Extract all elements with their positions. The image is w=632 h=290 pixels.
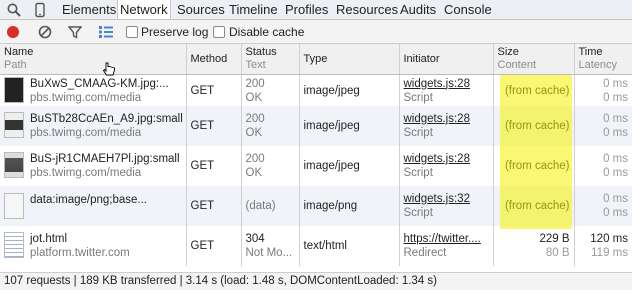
tab-console[interactable]: Console — [444, 0, 492, 19]
preserve-log-label: Preserve log — [141, 25, 209, 39]
column-header-method[interactable]: Method — [186, 44, 242, 75]
image-thumbnail-icon — [4, 112, 24, 138]
initiator-link[interactable]: widgets.js:28 — [404, 152, 489, 166]
tab-audits[interactable]: Audits — [400, 0, 436, 19]
filter-icon[interactable] — [68, 25, 82, 39]
tab-sources[interactable]: Sources — [177, 0, 225, 19]
table-row[interactable]: jot.html platform.twitter.com GET 304 Not … — [0, 226, 632, 266]
column-header-name[interactable]: Name Path — [0, 44, 187, 75]
column-header-size[interactable]: Size Content — [493, 44, 575, 75]
large-rows-icon[interactable] — [99, 26, 113, 38]
image-thumbnail-icon — [4, 76, 24, 103]
disable-cache-label: Disable cache — [229, 25, 305, 39]
table-row[interactable]: BuS-jR1CMAEH7Pl.jpg:small pbs.twimg.com/m… — [0, 146, 632, 186]
network-requests-table: Name Path Method Status Text Type Initiato… — [0, 44, 632, 266]
tab-profiles[interactable]: Profiles — [285, 0, 328, 19]
table-row[interactable]: data:image/png;base... GET (data) image/… — [0, 186, 632, 226]
table-row[interactable]: BuSTb28CcAEn_A9.jpg:small pbs.twimg.com/m… — [0, 106, 632, 146]
column-header-type[interactable]: Type — [299, 44, 400, 75]
image-thumbnail-icon — [4, 152, 24, 178]
tab-elements[interactable]: Elements — [62, 0, 116, 19]
column-header-initiator[interactable]: Initiator — [399, 44, 494, 75]
initiator-link[interactable]: widgets.js:32 — [404, 192, 489, 206]
disable-cache-checkbox[interactable] — [213, 26, 225, 38]
table-header: Name Path Method Status Text Type Initiato… — [0, 44, 632, 75]
html-file-icon — [4, 232, 24, 258]
image-file-icon — [4, 193, 24, 219]
network-summary-bar: 107 requests | 189 KB transferred | 3.14… — [0, 272, 632, 290]
tab-timeline[interactable]: Timeline — [229, 0, 278, 19]
table-row[interactable]: BuXwS_CMAAG-KM.jpg:... pbs.twimg.com/medi… — [0, 74, 632, 106]
record-icon[interactable] — [6, 25, 20, 39]
devtools-tabbar: Elements Network Sources Timeline Profil… — [0, 0, 632, 20]
column-header-status[interactable]: Status Text — [241, 44, 300, 75]
clear-icon[interactable] — [38, 25, 52, 39]
initiator-link[interactable]: widgets.js:28 — [404, 77, 489, 91]
tab-resources[interactable]: Resources — [336, 0, 398, 19]
device-mode-icon[interactable] — [32, 2, 48, 18]
preserve-log-checkbox[interactable] — [126, 26, 138, 38]
tab-network[interactable]: Network — [117, 0, 171, 19]
hand-cursor-icon — [102, 62, 115, 76]
column-header-time[interactable]: Time Latency — [574, 44, 632, 75]
inspect-search-icon[interactable] — [6, 2, 22, 18]
network-toolbar: Preserve log Disable cache — [0, 20, 632, 44]
initiator-link[interactable]: https://twitter.... — [404, 232, 489, 246]
initiator-link[interactable]: widgets.js:28 — [404, 112, 489, 126]
